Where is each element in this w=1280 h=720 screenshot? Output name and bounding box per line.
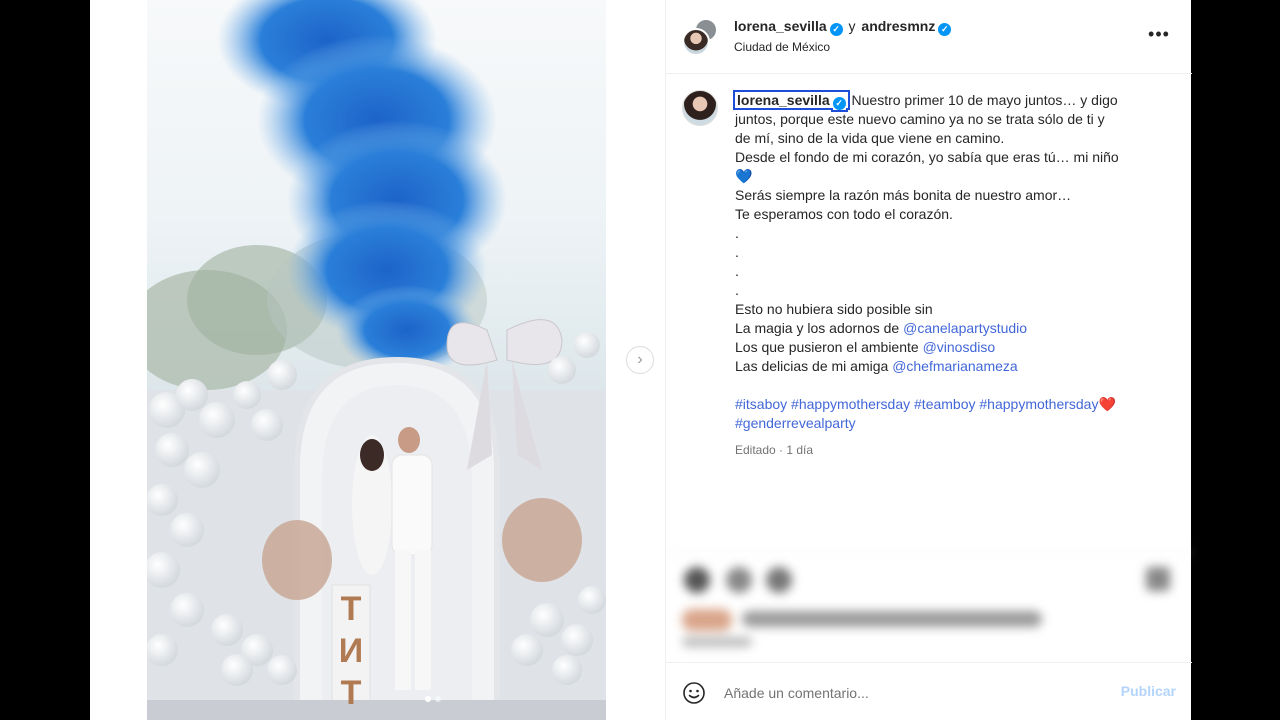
- hashtag-link[interactable]: #happymothersday: [791, 396, 910, 412]
- caption-line: Serás siempre la razón más bonita de nue…: [735, 187, 1072, 203]
- carousel-dot: [435, 696, 441, 702]
- caption-line: .: [735, 263, 739, 279]
- caption-username-text: lorena_sevilla: [737, 92, 830, 108]
- caption-line: .: [735, 282, 739, 298]
- bookmark-icon[interactable]: [1146, 567, 1170, 591]
- author-link[interactable]: andresmnz: [861, 18, 935, 34]
- blue-heart-icon: 💙: [735, 168, 753, 184]
- hashtag-link[interactable]: #genderrevealparty: [735, 415, 856, 431]
- caption-line: juntos, porque este nuevo camino ya no s…: [735, 111, 1105, 127]
- carousel-dots: [425, 696, 441, 702]
- comment-icon[interactable]: [726, 567, 752, 593]
- comment-bar: Publicar: [666, 662, 1192, 720]
- caption-line: La magia y los adornos de @canelapartyst…: [735, 319, 1165, 338]
- caption-username[interactable]: lorena_sevilla ✓: [733, 90, 850, 110]
- post-sidebar: lorena_sevilla ✓ y andresmnz ✓ Ciudad de M…: [665, 0, 1192, 720]
- hashtag-link[interactable]: #teamboy: [914, 396, 975, 412]
- mention-link[interactable]: @vinosdiso: [923, 339, 996, 355]
- chevron-right-icon: ›: [637, 351, 643, 368]
- caption-line-text: Nuestro primer 10 de mayo juntos… y digo: [851, 92, 1118, 108]
- caption-line: Desde el fondo de mi corazón, yo sabía q…: [735, 149, 1119, 165]
- verified-badge-icon: ✓: [832, 97, 846, 110]
- caption-line: Esto no hubiera sido posible sin: [735, 301, 933, 317]
- avatar-primary: [682, 28, 710, 56]
- emoji-icon[interactable]: [682, 681, 706, 705]
- hashtag-link[interactable]: #itsaboy: [735, 396, 787, 412]
- caption-line-text: La magia y los adornos de: [735, 320, 900, 336]
- avatar[interactable]: [682, 90, 718, 126]
- caption-text: lorena_sevilla ✓ Nuestro primer 10 de may…: [733, 90, 1165, 460]
- mention-link[interactable]: @chefmarianameza: [892, 358, 1018, 374]
- red-heart-icon: ❤️: [1098, 396, 1116, 412]
- comment-input[interactable]: [724, 681, 1104, 705]
- verified-badge-icon: ✓: [938, 23, 952, 36]
- share-icon[interactable]: [766, 567, 792, 593]
- caption-line-text: Las delicias de mi amiga: [735, 358, 889, 374]
- publish-button[interactable]: Publicar: [1106, 683, 1176, 699]
- carousel-dot: [425, 696, 431, 702]
- post-location[interactable]: Ciudad de México: [734, 40, 830, 54]
- caption-line: Las delicias de mi amiga @chefmarianamez…: [735, 357, 1165, 376]
- post-modal: T И T › lorena_sevilla ✓ y andresmnz ✓ C…: [90, 0, 1192, 720]
- verified-badge-icon: ✓: [829, 23, 843, 36]
- mention-link[interactable]: @canelapartystudio: [903, 320, 1027, 336]
- sign-letter: T: [340, 674, 362, 712]
- post-header: lorena_sevilla ✓ y andresmnz ✓ Ciudad de M…: [666, 0, 1192, 74]
- caption-line: .: [735, 225, 739, 241]
- blurred-likes-avatar: [682, 609, 732, 631]
- hashtag-link[interactable]: #happymothersday: [979, 396, 1098, 412]
- blurred-likes-text: [742, 611, 1042, 627]
- caption-line: Te esperamos con todo el corazón.: [735, 206, 953, 222]
- hashtag-line: #itsaboy #happymothersday #teamboy #happ…: [735, 395, 1165, 414]
- next-photo-button[interactable]: ›: [626, 346, 654, 374]
- caption-line: lorena_sevilla ✓ Nuestro primer 10 de may…: [733, 90, 1165, 110]
- lightbox-backdrop[interactable]: T И T › lorena_sevilla ✓ y andresmnz ✓ C…: [0, 0, 1280, 720]
- blurred-actions-area: [666, 552, 1192, 662]
- post-meta: Editado · 1 día: [735, 443, 814, 457]
- post-photo[interactable]: T И T: [147, 0, 606, 720]
- like-icon[interactable]: [684, 567, 710, 593]
- photo-sign: T И T: [332, 588, 370, 714]
- author-link[interactable]: lorena_sevilla: [734, 18, 827, 34]
- photo-illustration: [147, 0, 606, 720]
- blurred-timestamp: [682, 637, 752, 647]
- post-caption: lorena_sevilla ✓ Nuestro primer 10 de may…: [666, 74, 1192, 552]
- more-options-button[interactable]: •••: [1144, 24, 1174, 48]
- caption-line-text: Los que pusieron el ambiente: [735, 339, 919, 355]
- sign-letter: T: [340, 590, 362, 628]
- collab-avatar[interactable]: [682, 18, 718, 58]
- post-media: T И T ›: [90, 0, 665, 720]
- sign-letter: И: [338, 632, 364, 670]
- post-authors: lorena_sevilla ✓ y andresmnz ✓: [734, 18, 952, 36]
- caption-line: de mí, sino de la vida que viene en cami…: [735, 130, 1005, 146]
- authors-connector: y: [848, 18, 856, 34]
- hashtag-line: #genderrevealparty: [735, 414, 1165, 433]
- caption-line: Los que pusieron el ambiente @vinosdiso: [735, 338, 1165, 357]
- caption-line: .: [735, 244, 739, 260]
